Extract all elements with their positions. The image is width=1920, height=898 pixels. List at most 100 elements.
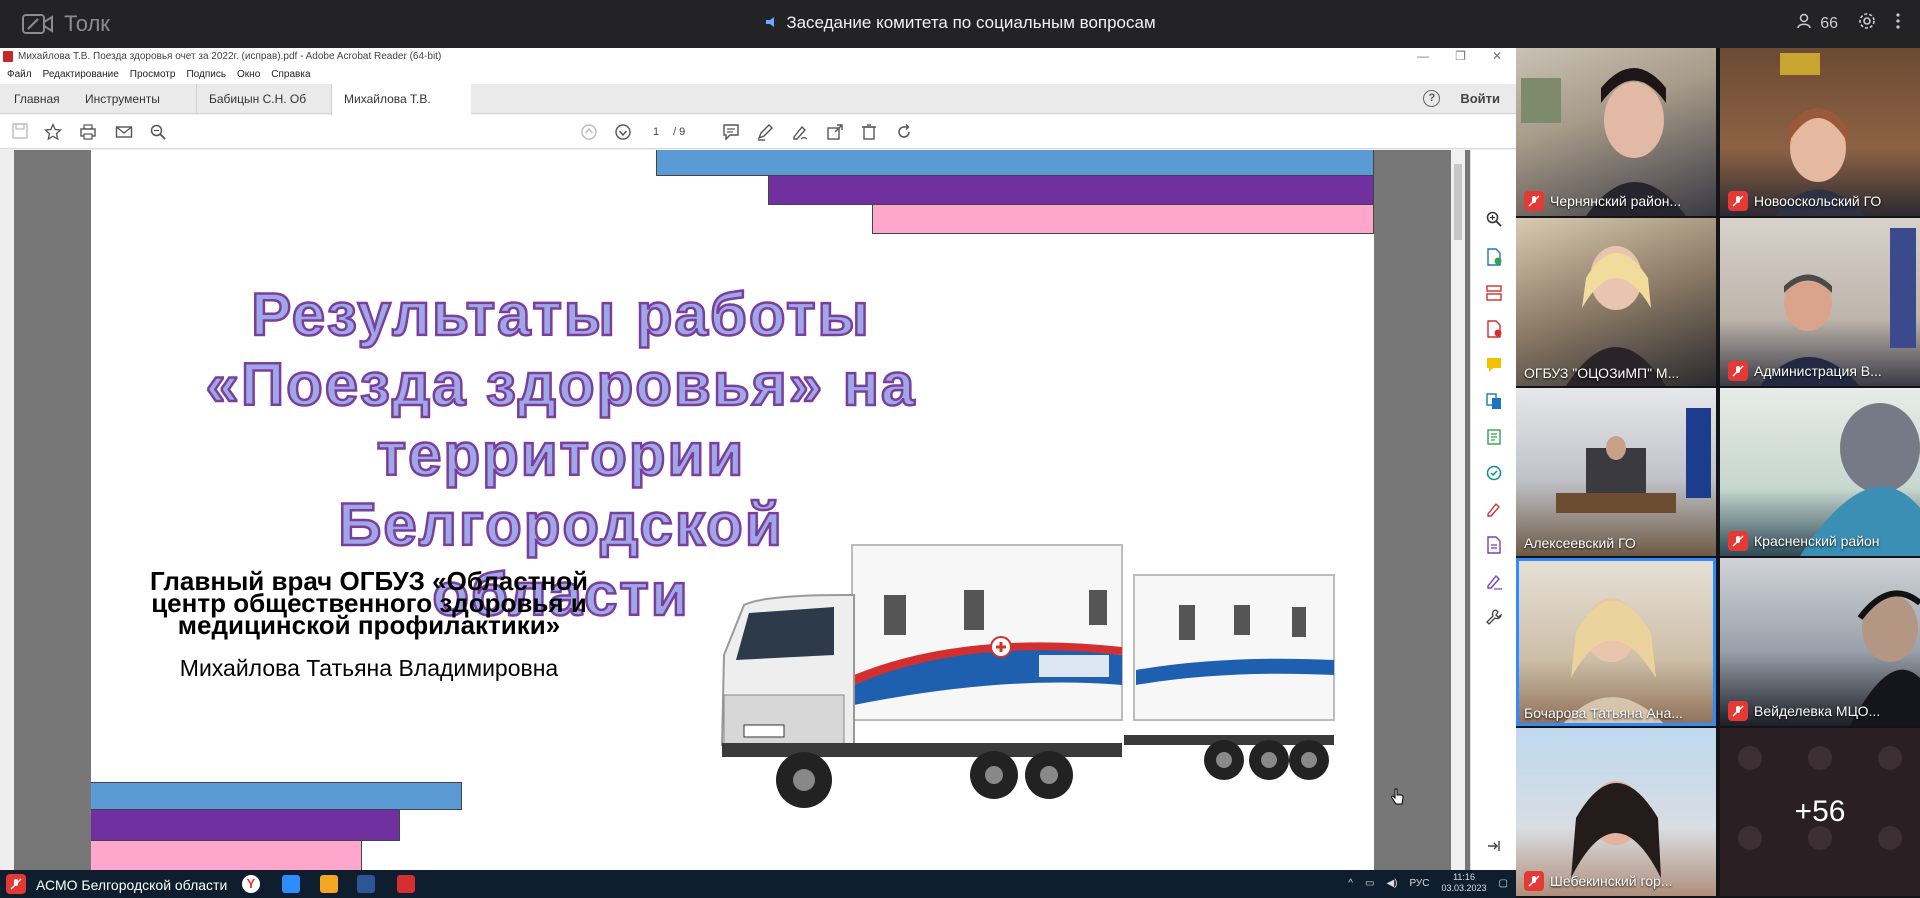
participant-name: Вейделевка МЦО... — [1754, 703, 1881, 719]
participant-name: Администрация В... — [1754, 363, 1882, 379]
more-participants-count: +56 — [1794, 795, 1846, 828]
next-page-icon[interactable] — [614, 123, 632, 141]
create-pdf-icon[interactable] — [1485, 320, 1503, 338]
decor-bar-pink-top — [872, 204, 1374, 234]
tab-bar: Главная Инструменты Бабицын С.Н. Об ... … — [0, 84, 1516, 136]
scroll-thumb[interactable] — [1454, 164, 1462, 240]
highlight-pen-icon[interactable] — [756, 123, 774, 141]
zoom-in-icon[interactable] — [1485, 210, 1503, 228]
taskbar: АСМО Белгородской области Y ^ ▭ ◀) РУС 1… — [0, 870, 1516, 898]
star-icon[interactable] — [43, 122, 63, 141]
participant-tile[interactable]: Шебекинский гор... — [1516, 728, 1716, 896]
fill-sign-icon[interactable] — [1485, 500, 1503, 518]
participant-label: Красненский район — [1728, 531, 1880, 551]
participant-tile[interactable]: Красненский район — [1720, 388, 1920, 556]
sign-icon[interactable] — [791, 123, 809, 141]
tab-document-babitsyn[interactable]: Бабицын С.Н. Об ... — [196, 84, 330, 136]
zoom-search-icon[interactable] — [149, 123, 167, 141]
page-number-input[interactable]: 1 — [642, 124, 670, 140]
tab-document-mikhailova[interactable]: Михайлова Т.В. По...× — [331, 84, 471, 136]
zoom-app-icon[interactable] — [282, 875, 300, 893]
participant-label: Новооскольский ГО — [1728, 191, 1881, 211]
participant-video — [1556, 408, 1711, 513]
menu-edit[interactable]: Редактирование — [43, 69, 119, 84]
clock-date: 03.03.2023 — [1441, 883, 1487, 893]
save-icon[interactable] — [12, 123, 30, 141]
participant-name: Бочарова Татьяна Ана... — [1524, 705, 1683, 721]
export-pdf-icon[interactable] — [1485, 248, 1503, 266]
share-icon[interactable] — [826, 123, 844, 141]
word-icon[interactable] — [357, 875, 375, 893]
yandex-browser-icon[interactable]: Y — [242, 875, 260, 893]
organize-pages-icon[interactable] — [1485, 284, 1503, 302]
tray-chevron-icon[interactable]: ^ — [1348, 878, 1353, 889]
restore-icon[interactable]: ❐ — [1455, 49, 1466, 63]
participant-tile[interactable]: Алексеевский ГО — [1516, 388, 1716, 556]
pdf-icon — [3, 51, 13, 62]
participant-tile[interactable]: ОГБУЗ "ОЦОЗиМП" М... — [1516, 218, 1716, 386]
participant-tile[interactable]: Новооскольский ГО — [1720, 48, 1920, 216]
mail-icon[interactable] — [115, 123, 133, 141]
prev-page-icon[interactable] — [580, 123, 598, 141]
more-vertical-icon[interactable] — [1896, 13, 1900, 34]
gear-icon[interactable] — [1858, 12, 1876, 35]
mic-muted-icon — [6, 874, 26, 894]
tab-home[interactable]: Главная — [2, 84, 72, 114]
menu-file[interactable]: Файл — [7, 69, 32, 84]
meeting-title: Заседание комитета по социальным вопроса… — [0, 13, 1920, 33]
compress-icon[interactable] — [1485, 428, 1503, 446]
login-button[interactable]: Войти — [1460, 91, 1500, 106]
collapse-rail-icon[interactable] — [1485, 838, 1503, 856]
participant-video — [1561, 598, 1666, 726]
participant-label: ОГБУЗ "ОЦОЗиМП" М... — [1524, 365, 1679, 381]
input-language[interactable]: РУС — [1409, 878, 1429, 889]
acrobat-icon[interactable] — [397, 875, 415, 893]
decor-bar-pink-bottom — [91, 840, 362, 870]
menu-sign[interactable]: Подпись — [186, 69, 226, 84]
participant-label: Вейделевка МЦО... — [1728, 701, 1880, 721]
participant-tile[interactable]: Вейделевка МЦО... — [1720, 558, 1920, 726]
network-icon[interactable]: ▭ — [1365, 878, 1374, 889]
window-titlebar: Михайлова Т.В. Поезда здоровья очет за 2… — [0, 48, 1516, 66]
minimize-icon[interactable]: — — [1417, 49, 1429, 63]
document-icon[interactable] — [1485, 536, 1503, 554]
participant-name: Чернянский район... — [1550, 193, 1682, 209]
vertical-scrollbar[interactable] — [1451, 150, 1465, 870]
scan-icon[interactable] — [1485, 464, 1503, 482]
more-participants-tile[interactable]: +56 — [1720, 728, 1920, 896]
print-icon[interactable] — [79, 123, 97, 141]
participant-tile[interactable]: Администрация В... — [1720, 218, 1920, 386]
system-tray: ^ ▭ ◀) РУС 11:16 03.03.2023 ▢ — [1348, 872, 1508, 894]
combine-files-icon[interactable] — [1485, 392, 1503, 410]
participants-grid: Чернянский район... Новооскольский ГО ОГ… — [1516, 48, 1920, 898]
help-icon[interactable]: ? — [1423, 90, 1441, 107]
participant-tile[interactable]: Чернянский район... — [1516, 48, 1716, 216]
volume-icon[interactable]: ◀) — [1386, 878, 1397, 889]
left-panel-collapsed[interactable] — [0, 150, 14, 870]
menu-help[interactable]: Справка — [271, 69, 310, 84]
delete-icon[interactable] — [860, 123, 878, 141]
wrench-icon[interactable] — [1485, 608, 1503, 626]
close-icon[interactable]: ✕ — [1492, 49, 1502, 63]
comment-icon[interactable] — [722, 123, 740, 141]
participant-tile-speaking[interactable]: Бочарова Татьяна Ана... — [1516, 558, 1716, 726]
rotate-icon[interactable] — [895, 123, 913, 141]
file-explorer-icon[interactable] — [320, 875, 338, 893]
signature-icon[interactable] — [1485, 572, 1503, 590]
tools-rail — [1470, 150, 1516, 870]
menu-window[interactable]: Окно — [237, 69, 260, 84]
comment-tool-icon[interactable] — [1485, 356, 1503, 374]
participants-count-button[interactable]: 66 — [1796, 13, 1838, 34]
mic-muted-icon — [1728, 191, 1748, 211]
slide-author: Михайлова Татьяна Владимировна — [179, 655, 559, 681]
participant-label: Чернянский район... — [1524, 191, 1681, 211]
tab-tools[interactable]: Инструменты — [73, 84, 172, 114]
subtitle-line: медицинской профилактики» — [177, 610, 561, 640]
clock[interactable]: 11:16 03.03.2023 — [1442, 872, 1487, 894]
tab-bar-right: ? Войти — [1423, 90, 1500, 107]
menu-view[interactable]: Просмотр — [130, 69, 176, 84]
mic-muted-icon — [1728, 531, 1748, 551]
pdf-page: Результаты работы «Поезда здоровья» на т… — [91, 150, 1374, 870]
notifications-icon[interactable]: ▢ — [1499, 878, 1508, 889]
document-view[interactable]: Результаты работы «Поезда здоровья» на т… — [0, 150, 1470, 870]
